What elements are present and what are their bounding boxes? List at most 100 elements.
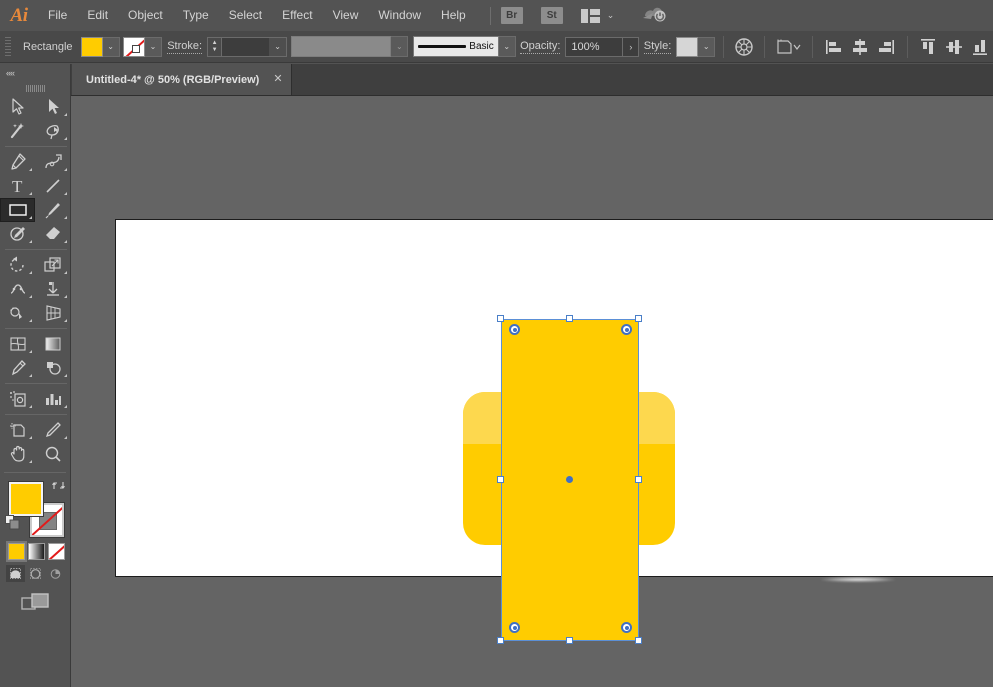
tool-mesh[interactable] [0,332,35,356]
menu-item-window[interactable]: Window [368,0,431,31]
align-right-icon[interactable] [877,38,895,56]
menu-item-file[interactable]: File [38,0,77,31]
selection-handle-top-right[interactable] [635,315,642,322]
tool-pen[interactable] [0,150,35,174]
stroke-weight-input[interactable] [222,38,269,56]
stroke-weight-field[interactable]: ▲▼ ⌄ [207,37,287,57]
tool-type[interactable]: T [0,174,35,198]
document-tab[interactable]: Untitled-4* @ 50% (RGB/Preview) ✕ [72,64,292,95]
stroke-swatch-none-icon[interactable] [123,37,145,57]
close-icon[interactable]: ✕ [273,74,282,85]
corner-radius-widget-bottom-right[interactable] [621,622,632,633]
selection-handle-bottom-center[interactable] [566,637,573,644]
opacity-expand-arrow-icon[interactable]: › [623,37,639,57]
selection-handle-bottom-left[interactable] [497,637,504,644]
stroke-dropdown-chevron-down-icon[interactable]: ⌄ [145,37,162,57]
cloud-sync-icon[interactable] [642,3,668,28]
tool-width[interactable] [0,277,35,301]
tool-slice[interactable] [35,418,70,442]
tool-artboard[interactable] [0,418,35,442]
fill-color-control[interactable]: ⌄ [81,37,120,57]
tool-shaper[interactable] [0,222,35,246]
corner-radius-widget-top-right[interactable] [621,324,632,335]
tool-selection[interactable] [0,95,35,119]
selection-handle-top-center[interactable] [566,315,573,322]
fill-color-swatch[interactable] [9,482,43,516]
brush-definition-field[interactable]: Basic [413,36,499,57]
default-fill-stroke-icon[interactable] [5,515,20,535]
graphic-style-control[interactable]: ⌄ [676,37,715,57]
color-swatch-button[interactable] [8,543,25,560]
tool-perspective-grid[interactable] [35,301,70,325]
gradient-button[interactable] [28,543,45,560]
menu-item-edit[interactable]: Edit [77,0,118,31]
tool-free-transform[interactable] [35,277,70,301]
fill-dropdown-chevron-down-icon[interactable]: ⌄ [103,37,120,57]
workspace-switcher[interactable]: ⌄ [581,9,615,23]
tool-lasso[interactable] [35,119,70,143]
align-left-icon[interactable] [825,38,843,56]
menu-item-select[interactable]: Select [219,0,272,31]
graphic-style-chevron-down-icon[interactable]: ⌄ [698,37,715,57]
menu-item-view[interactable]: View [323,0,369,31]
transform-panel-icon[interactable] [775,36,801,58]
tool-blend[interactable] [35,356,70,380]
corner-radius-widget-top-left[interactable] [509,324,520,335]
tool-magic-wand[interactable] [0,119,35,143]
tool-scale[interactable] [35,253,70,277]
stroke-profile-control[interactable]: ⌄ [291,36,408,57]
tool-direct-selection[interactable] [35,95,70,119]
toolbar-grip-icon[interactable] [0,81,70,95]
toolbar-collapse-button[interactable]: «« [0,64,70,81]
selection-handle-top-left[interactable] [497,315,504,322]
stock-button[interactable]: St [541,7,563,24]
stroke-weight-stepper[interactable]: ▲▼ [208,38,222,56]
selection-handle-bottom-right[interactable] [635,637,642,644]
tool-eyedropper[interactable] [0,356,35,380]
selection-handle-middle-right[interactable] [635,476,642,483]
opacity-control[interactable]: 100% › [565,37,639,57]
align-bottom-icon[interactable] [971,38,989,56]
canvas-area[interactable] [71,96,993,687]
recolor-artwork-icon[interactable] [735,36,753,58]
menu-item-help[interactable]: Help [431,0,476,31]
brush-chevron-down-icon[interactable]: ⌄ [499,36,516,57]
tool-group-indicator [29,460,32,463]
fill-swatch[interactable] [81,37,103,57]
tool-eraser[interactable] [35,222,70,246]
align-vertical-center-icon[interactable] [945,38,963,56]
tool-column-graph[interactable] [35,387,70,411]
tool-paintbrush[interactable] [35,198,70,222]
tool-rotate[interactable] [0,253,35,277]
brush-definition-control[interactable]: Basic ⌄ [413,36,516,57]
menu-item-type[interactable]: Type [173,0,219,31]
align-horizontal-center-icon[interactable] [851,38,869,56]
menu-item-object[interactable]: Object [118,0,173,31]
tool-zoom[interactable] [35,442,70,466]
tool-symbol-sprayer[interactable] [0,387,35,411]
stroke-profile-field[interactable] [291,36,391,57]
draw-behind-button[interactable] [26,565,45,582]
swap-fill-stroke-icon[interactable] [52,479,65,495]
change-screen-mode-button[interactable] [0,592,71,619]
bridge-button[interactable]: Br [501,7,523,24]
tool-line-segment[interactable] [35,174,70,198]
menu-item-effect[interactable]: Effect [272,0,322,31]
panel-grip-icon[interactable] [3,36,11,58]
tool-hand[interactable] [0,442,35,466]
draw-inside-button[interactable] [46,565,65,582]
tool-rectangle[interactable] [0,198,35,222]
draw-normal-button[interactable] [6,565,25,582]
tool-curvature[interactable] [35,150,70,174]
graphic-style-swatch[interactable] [676,37,698,57]
selection-handle-middle-left[interactable] [497,476,504,483]
tool-gradient[interactable] [35,332,70,356]
corner-radius-widget-bottom-left[interactable] [509,622,520,633]
none-button[interactable] [48,543,65,560]
tool-shape-builder[interactable] [0,301,35,325]
opacity-input[interactable]: 100% [565,37,623,57]
align-top-icon[interactable] [919,38,937,56]
stroke-weight-chevron-down-icon[interactable]: ⌄ [269,38,286,56]
stroke-profile-chevron-down-icon[interactable]: ⌄ [391,36,408,57]
stroke-color-control[interactable]: ⌄ [123,37,162,57]
